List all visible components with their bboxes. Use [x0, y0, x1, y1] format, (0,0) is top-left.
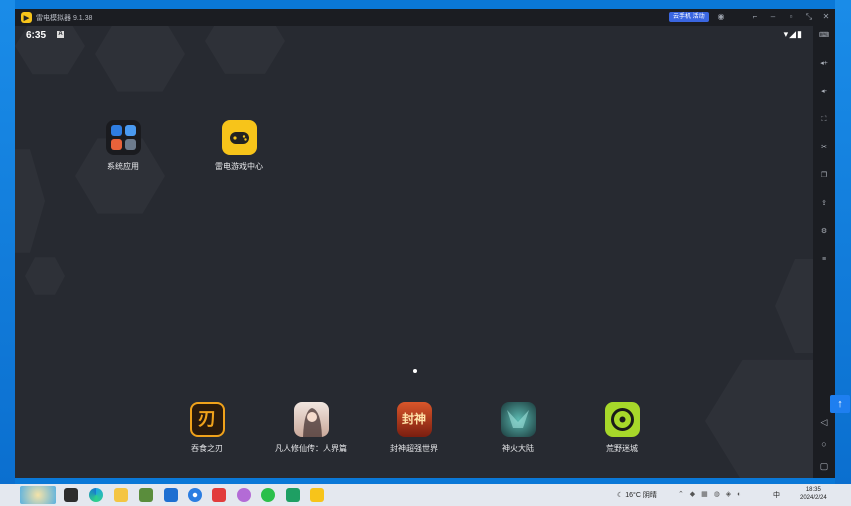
volume-down-icon[interactable]: ◂-: [817, 87, 831, 96]
immortal-game-icon: [293, 402, 329, 437]
screenshot-icon[interactable]: ⛶: [817, 115, 831, 124]
more-icon[interactable]: ≡: [817, 255, 831, 264]
fire-land-game-icon: [500, 402, 536, 437]
chrome-browser-icon[interactable]: [188, 488, 202, 502]
wechat-icon[interactable]: [261, 488, 275, 502]
minimize-icon[interactable]: –: [767, 11, 779, 23]
back-icon[interactable]: ◁: [817, 418, 831, 427]
weather-widget[interactable]: ☾ 16°C 阴晴: [617, 490, 657, 500]
ldplayer-taskbar-icon[interactable]: [310, 488, 324, 502]
cloud-phone-badge[interactable]: 云手机 活动: [669, 12, 709, 22]
status-time: 6:35: [26, 30, 47, 41]
app-dock-item[interactable]: 封神 封神超强世界: [374, 402, 454, 454]
file-explorer-icon[interactable]: [114, 488, 128, 502]
wild-city-game-icon: [604, 402, 640, 437]
clock-time: 18:35: [805, 487, 821, 493]
app-dock-item[interactable]: 刃 吞食之刃: [167, 402, 247, 454]
keyboard-icon[interactable]: ⌨: [817, 31, 831, 40]
home-icon[interactable]: ○: [817, 440, 831, 449]
signal-wifi-battery-icon: ▾◢▮: [783, 29, 803, 39]
recent-apps-icon[interactable]: ▢: [817, 462, 831, 471]
volume-up-icon[interactable]: ◂+: [817, 59, 831, 68]
app-label: 系统应用: [107, 162, 139, 171]
language-indicator[interactable]: 中: [773, 490, 780, 500]
settings-icon[interactable]: ⚙: [817, 227, 831, 236]
ldplayer-logo-icon: ▶: [21, 12, 32, 23]
app-label: 封神超强世界: [390, 444, 438, 453]
windows-taskbar: ☾ 16°C 阴晴 ⌃ ◆ ▦ ◍ ◈ ◐ 中 18:35 2024/2/24: [0, 484, 851, 506]
folder-icon: [105, 120, 141, 155]
system-tray-icons[interactable]: ⌃ ◆ ▦ ◍ ◈ ◐: [678, 490, 743, 498]
window-title: 雷电模拟器 9.1.38: [36, 14, 93, 22]
app-dock-item[interactable]: 荒野迷城: [582, 402, 662, 454]
app-dock-item[interactable]: 神火大陆: [478, 402, 558, 454]
wps-office-icon[interactable]: [212, 488, 226, 502]
app-game-center[interactable]: 雷电游戏中心: [199, 120, 279, 172]
calculator-icon[interactable]: [139, 488, 153, 502]
app-label: 神火大陆: [502, 444, 534, 453]
mail-icon[interactable]: [164, 488, 178, 502]
multi-instance-icon[interactable]: ❐: [817, 171, 831, 180]
clock-date: 2024/2/24: [800, 495, 827, 501]
app-system-folder[interactable]: 系统应用: [83, 120, 163, 172]
emulator-window: ▶ 雷电模拟器 9.1.38 云手机 活动 ◉ ⌐ – ▫ ⤡ ✕ 6:35 A…: [15, 9, 835, 478]
app-label: 吞食之刃: [191, 444, 223, 453]
scissors-icon[interactable]: ✂: [817, 143, 831, 152]
weather-text: 16°C 阴晴: [625, 492, 657, 499]
menu-icon[interactable]: ⌐: [749, 11, 761, 23]
gamepad-icon: [221, 120, 257, 155]
android-screen[interactable]: 6:35 A ▾◢▮ 系统应用 雷电游戏中心 刃 吞食之刃 凡人修仙传：人界篇: [15, 26, 813, 478]
user-icon[interactable]: ◉: [715, 11, 727, 23]
page-indicator: [413, 369, 417, 373]
install-apk-icon[interactable]: ⇪: [817, 199, 831, 208]
fengshen-game-icon: 封神: [396, 402, 432, 437]
app-label: 荒野迷城: [606, 444, 638, 453]
widgets-icon[interactable]: [20, 486, 56, 504]
desktop-background-left: [0, 0, 15, 484]
browser-app-icon[interactable]: [237, 488, 251, 502]
close-icon[interactable]: ✕: [820, 11, 832, 23]
task-view-icon[interactable]: [64, 488, 78, 502]
app-label: 雷电游戏中心: [215, 162, 263, 171]
floating-upload-button[interactable]: ↑: [830, 395, 850, 413]
restore-icon[interactable]: ⤡: [803, 11, 815, 23]
status-bar: 6:35 A ▾◢▮: [15, 26, 813, 44]
taskbar-clock[interactable]: 18:35 2024/2/24: [800, 486, 827, 502]
edge-browser-icon[interactable]: [89, 488, 103, 502]
app-dock-item[interactable]: 凡人修仙传：人界篇: [271, 402, 351, 454]
blade-game-icon: 刃: [189, 402, 225, 437]
photo-app-icon[interactable]: [286, 488, 300, 502]
maximize-icon[interactable]: ▫: [785, 11, 797, 23]
app-label: 凡人修仙传：人界篇: [275, 444, 347, 453]
title-bar[interactable]: ▶ 雷电模拟器 9.1.38 云手机 活动 ◉ ⌐ – ▫ ⤡ ✕: [15, 9, 835, 26]
notification-a-icon: A: [57, 31, 64, 38]
